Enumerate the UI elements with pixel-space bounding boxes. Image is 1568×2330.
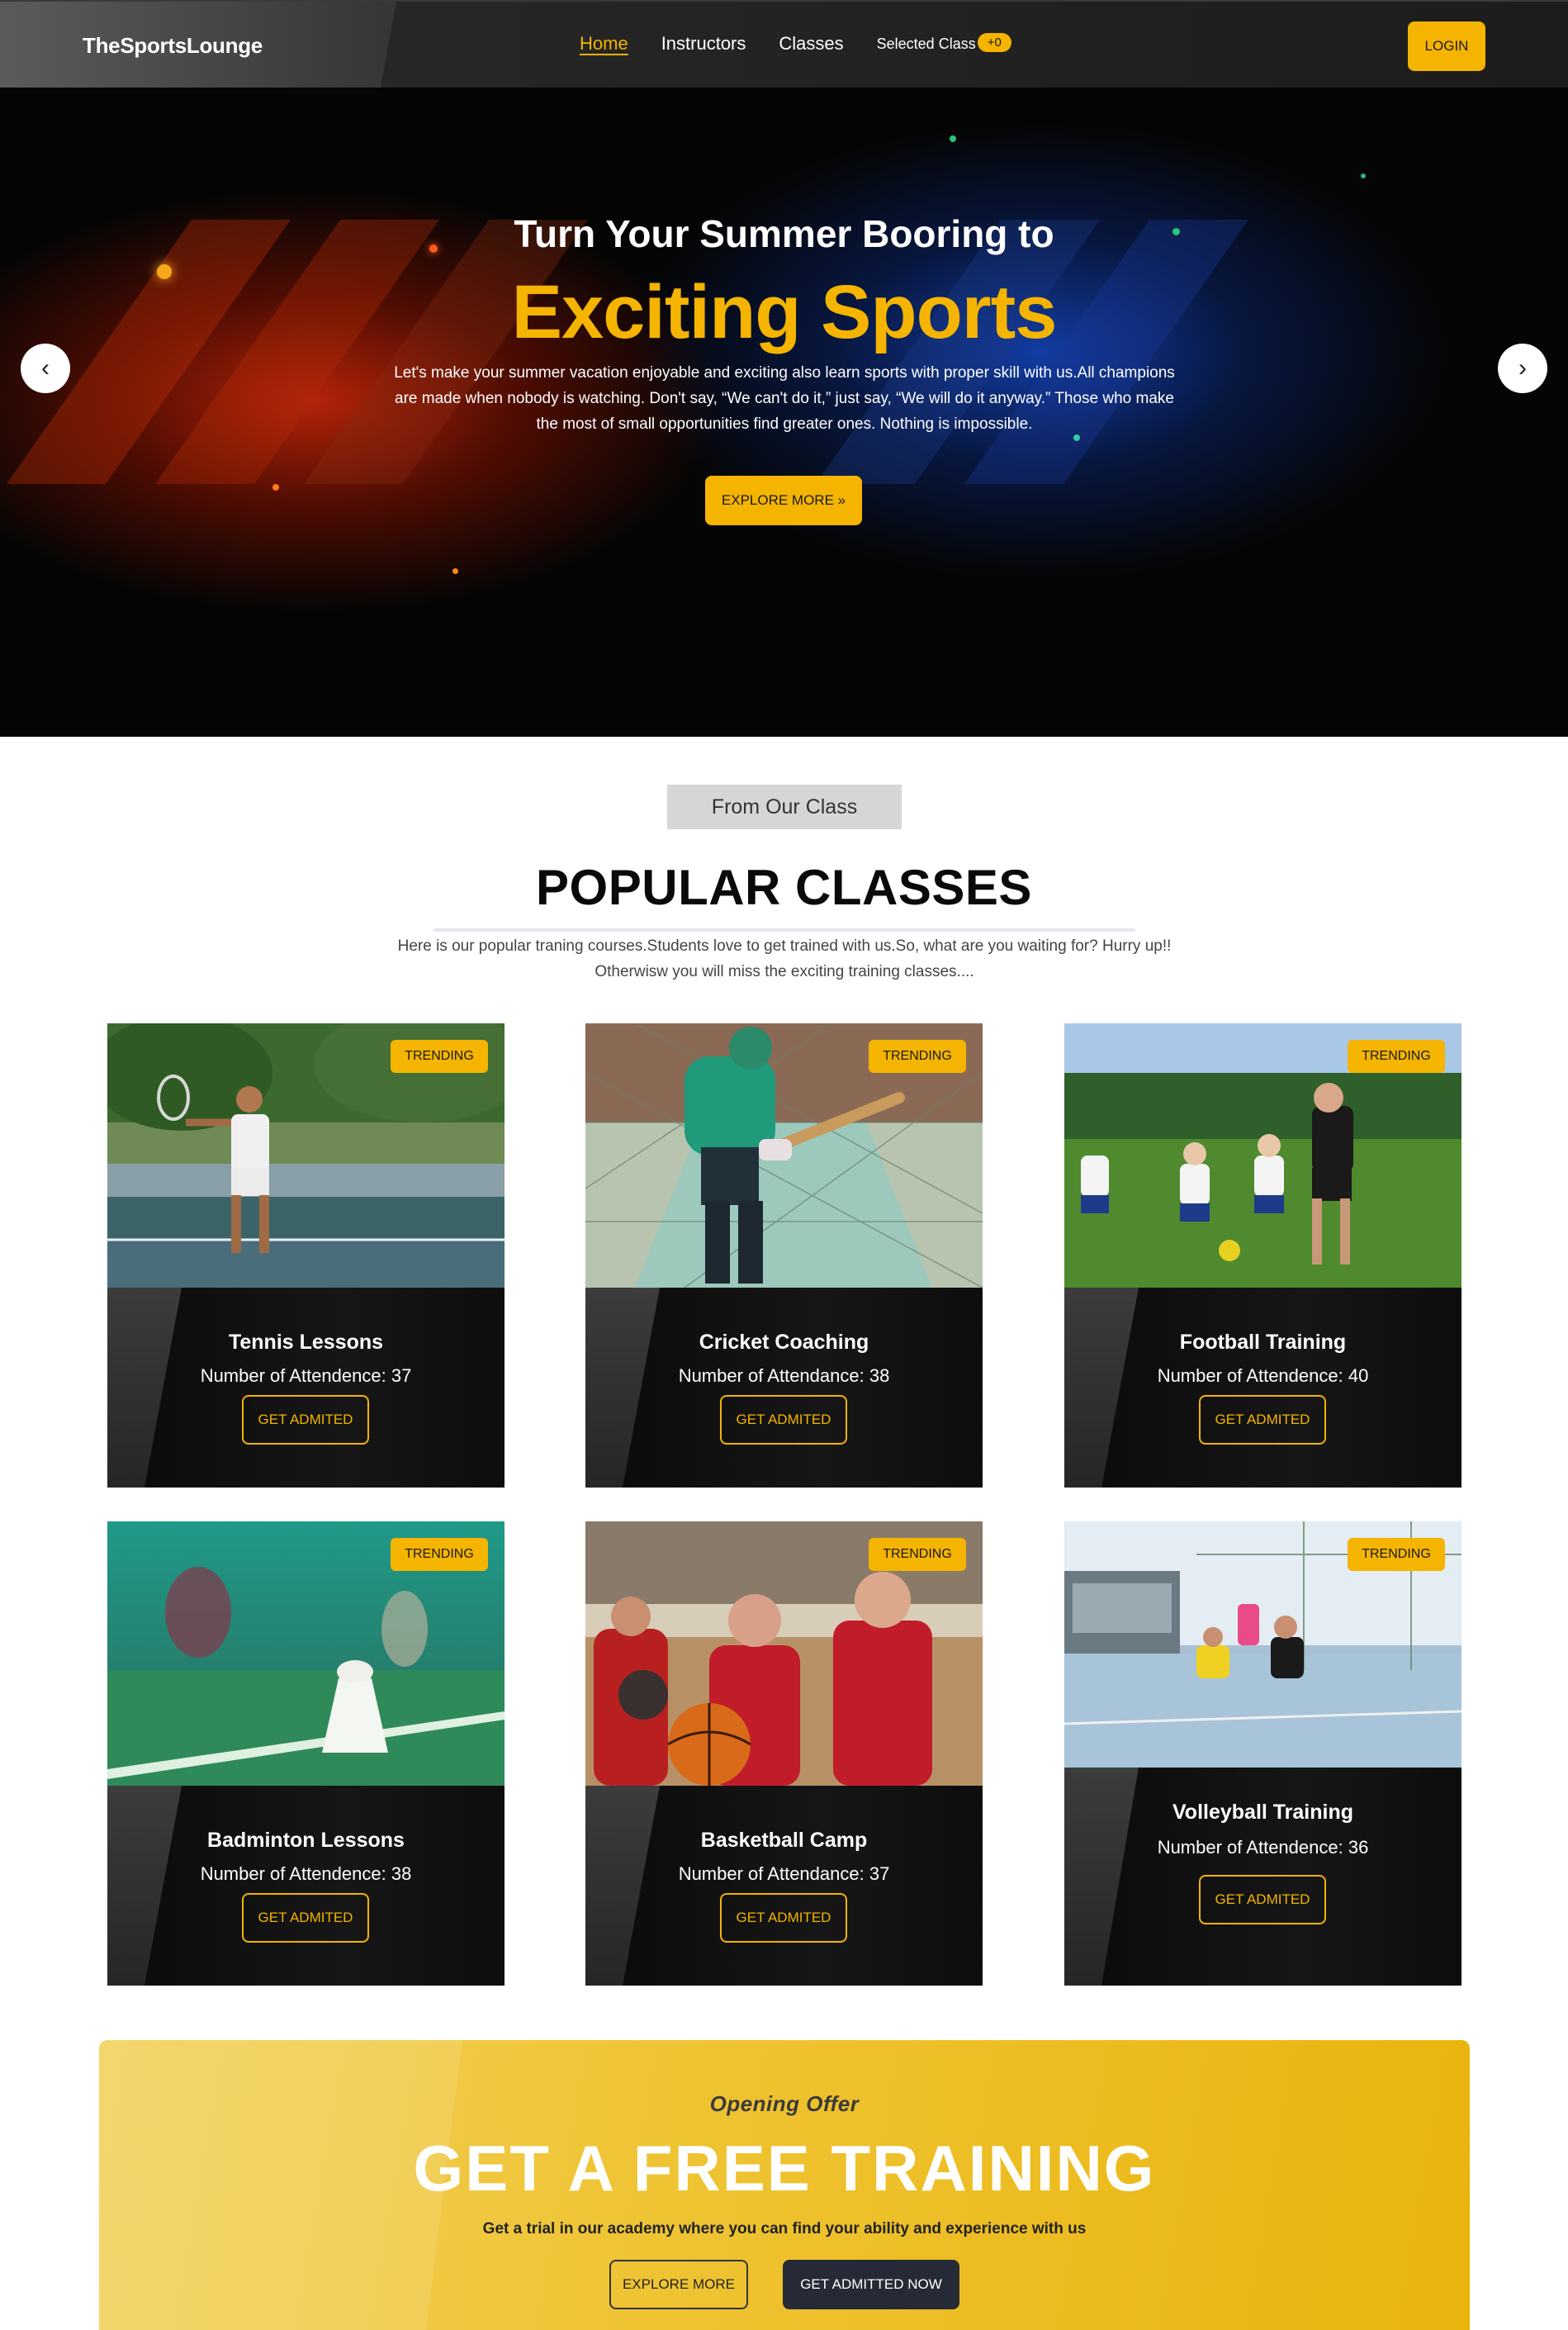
login-button[interactable]: LOGIN — [1408, 21, 1485, 71]
hero-spark — [950, 135, 956, 142]
class-name: Football Training — [1179, 1331, 1347, 1354]
class-name: Basketball Camp — [700, 1829, 868, 1852]
nav-home[interactable]: Home — [580, 33, 628, 55]
chevron-left-icon[interactable]: ‹ — [21, 344, 70, 393]
hero-spark — [452, 568, 458, 574]
hero-spark — [1361, 173, 1366, 178]
offer-explore-button[interactable]: EXPLORE MORE — [609, 2260, 748, 2309]
class-card-body: Badminton Lessons Number of Attendence: … — [107, 1786, 505, 1986]
class-name: Volleyball Training — [1172, 1801, 1354, 1824]
selected-class-label: Selected Class — [876, 35, 976, 52]
hero-spark — [272, 484, 279, 491]
nav-instructors[interactable]: Instructors — [661, 33, 746, 55]
trending-badge: TRENDING — [391, 1040, 488, 1073]
class-card-body: Tennis Lessons Number of Attendence: 37 … — [107, 1288, 505, 1488]
class-card: TRENDING Basketball Camp Number of Atten… — [585, 1521, 983, 1986]
class-attendance: Number of Attendence: 36 — [1157, 1837, 1369, 1858]
get-admitted-button[interactable]: GET ADMITED — [242, 1893, 369, 1943]
class-card: TRENDING Football Training Number of Att… — [1064, 1023, 1461, 1488]
selected-count-badge: +0 — [977, 32, 1011, 52]
nav-classes[interactable]: Classes — [779, 33, 843, 55]
hero-explore-button[interactable]: EXPLORE MORE » — [705, 476, 862, 525]
nav-links: Home Instructors Classes Selected Class … — [580, 32, 1011, 55]
offer-title: GET A FREE TRAINING — [413, 2132, 1156, 2204]
class-attendance: Number of Attendence: 38 — [200, 1863, 412, 1884]
navbar: TheSportsLounge Home Instructors Classes… — [0, 0, 1568, 88]
opening-offer-banner: Opening Offer GET A FREE TRAINING Get a … — [99, 2040, 1470, 2330]
class-attendance: Number of Attendance: 37 — [678, 1863, 890, 1884]
hero-subtitle: Turn Your Summer Booring to — [514, 212, 1054, 255]
get-admitted-button[interactable]: GET ADMITED — [1199, 1395, 1326, 1445]
class-card: TRENDING Badminton Lessons Number of Att… — [107, 1521, 505, 1986]
class-name: Tennis Lessons — [228, 1331, 384, 1354]
class-card: TRENDING Cricket Coaching Number of Atte… — [585, 1023, 983, 1488]
trending-badge: TRENDING — [1348, 1040, 1445, 1073]
class-card-body: Volleyball Training Number of Attendence… — [1064, 1768, 1461, 1986]
offer-kicker: Opening Offer — [709, 2091, 860, 2116]
offer-admit-button[interactable]: GET ADMITTED NOW — [783, 2260, 959, 2309]
chevron-right-icon[interactable]: › — [1498, 344, 1547, 393]
class-card-body: Football Training Number of Attendence: … — [1064, 1288, 1461, 1488]
class-card-body: Cricket Coaching Number of Attendance: 3… — [585, 1288, 983, 1488]
trending-badge: TRENDING — [1348, 1538, 1445, 1571]
class-attendance: Number of Attendence: 37 — [200, 1365, 412, 1386]
class-attendance: Number of Attendence: 40 — [1157, 1365, 1369, 1386]
hero-title: Exciting Sports — [511, 270, 1058, 354]
class-attendance: Number of Attendance: 38 — [678, 1365, 890, 1386]
get-admitted-button[interactable]: GET ADMITED — [242, 1395, 369, 1445]
trending-badge: TRENDING — [869, 1538, 966, 1571]
nav-selected-class[interactable]: Selected Class +0 — [876, 32, 1011, 54]
section-title: POPULAR CLASSES — [536, 860, 1032, 915]
trending-badge: TRENDING — [869, 1040, 966, 1073]
get-admitted-button[interactable]: GET ADMITED — [720, 1395, 847, 1445]
class-card: TRENDING Tennis Lessons Number of Attend… — [107, 1023, 505, 1488]
section-tag: From Our Class — [667, 785, 902, 829]
hero-banner: Turn Your Summer Booring to Exciting Spo… — [0, 88, 1568, 737]
hero-description: Let's make your summer vacation enjoyabl… — [394, 364, 1175, 433]
get-admitted-button[interactable]: GET ADMITED — [720, 1893, 847, 1943]
class-card: TRENDING Volleyball Training Number of A… — [1064, 1521, 1461, 1986]
brand-logo[interactable]: TheSportsLounge — [83, 33, 263, 59]
class-card-body: Basketball Camp Number of Attendance: 37… — [585, 1786, 983, 1986]
offer-description: Get a trial in our academy where you can… — [482, 2220, 1087, 2237]
class-name: Cricket Coaching — [699, 1331, 869, 1354]
trending-badge: TRENDING — [391, 1538, 488, 1571]
class-name: Badminton Lessons — [207, 1829, 405, 1852]
get-admitted-button[interactable]: GET ADMITED — [1199, 1875, 1326, 1924]
title-divider — [433, 928, 1135, 932]
section-description: Here is our popular traning courses.Stud… — [397, 937, 1172, 980]
